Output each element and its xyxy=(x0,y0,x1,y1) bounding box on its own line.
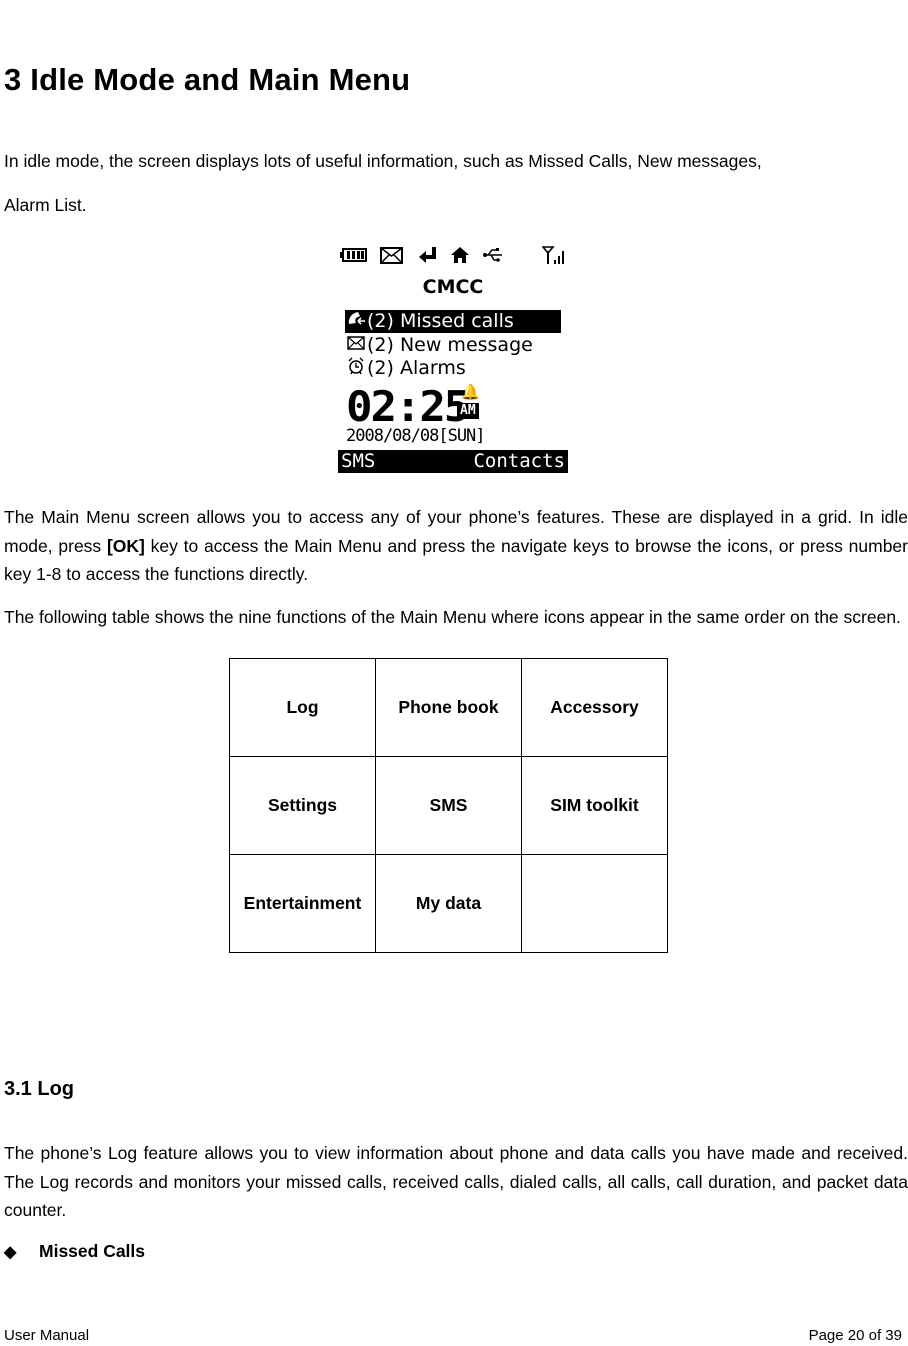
battery-icon xyxy=(340,248,367,262)
usb-icon xyxy=(483,248,502,262)
notification-new-message[interactable]: (2) New message xyxy=(345,334,533,357)
notification-text: (2) Alarms xyxy=(367,357,466,379)
ok-key-label: [OK] xyxy=(106,535,145,556)
table-intro-paragraph: The following table shows the nine funct… xyxy=(4,607,901,627)
home-zone-icon xyxy=(451,247,469,263)
table-cell: Entertainment xyxy=(229,854,376,953)
chapter-heading: 3 Idle Mode and Main Menu xyxy=(4,62,411,97)
softkey-bar: SMS Contacts xyxy=(338,450,568,473)
table-row: Entertainment My data xyxy=(229,854,668,953)
missed-call-icon xyxy=(345,310,367,334)
signal-icon xyxy=(542,246,564,264)
bullet-text: Missed Calls xyxy=(39,1241,146,1261)
ampm-indicator: AM xyxy=(457,403,479,419)
bullet-item: ◆ Missed Calls xyxy=(4,1241,145,1262)
notification-missed-calls[interactable]: (2) Missed calls xyxy=(345,310,561,333)
phone-idle-screen: CMCC (2) Missed calls (2) New message (2… xyxy=(336,240,570,476)
section-heading: 3.1 Log xyxy=(4,1078,75,1100)
notification-text: (2) New message xyxy=(367,334,533,356)
softkey-left[interactable]: SMS xyxy=(341,450,375,473)
alarm-bell-icon: 🔔 xyxy=(461,383,480,401)
call-forward-icon xyxy=(419,247,436,263)
intro-line-2: Alarm List. xyxy=(4,195,87,215)
main-menu-paragraph: The Main Menu screen allows you to acces… xyxy=(4,503,908,589)
table-cell xyxy=(521,854,668,953)
footer-title: User Manual xyxy=(4,1327,90,1344)
table-cell: My data xyxy=(375,854,522,953)
table-cell: Log xyxy=(229,658,376,757)
page-number: Page 20 of 39 xyxy=(808,1327,902,1344)
status-bar xyxy=(338,245,568,267)
intro-line-1: In idle mode, the screen displays lots o… xyxy=(4,151,762,171)
table-row: Log Phone book Accessory xyxy=(229,658,668,757)
softkey-right[interactable]: Contacts xyxy=(473,450,565,473)
table-cell: SIM toolkit xyxy=(521,756,668,855)
table-row: Settings SMS SIM toolkit xyxy=(229,756,668,855)
table-cell: Accessory xyxy=(521,658,668,757)
diamond-bullet-icon: ◆ xyxy=(4,1243,17,1261)
table-cell: Settings xyxy=(229,756,376,855)
alarm-clock-icon xyxy=(345,357,367,381)
carrier-name: CMCC xyxy=(422,276,484,298)
table-cell: Phone book xyxy=(375,658,522,757)
log-paragraph: The phone’s Log feature allows you to vi… xyxy=(4,1143,908,1220)
clock-date: 2008/08/08[SUN] xyxy=(346,426,486,446)
notification-text: (2) Missed calls xyxy=(367,310,514,332)
table-cell: SMS xyxy=(375,756,522,855)
main-menu-table: Log Phone book Accessory Settings SMS SI… xyxy=(229,658,668,953)
message-icon xyxy=(380,247,403,264)
notification-alarms[interactable]: (2) Alarms xyxy=(345,357,466,380)
envelope-icon xyxy=(345,334,367,357)
clock-time: 02:25 xyxy=(346,382,470,431)
